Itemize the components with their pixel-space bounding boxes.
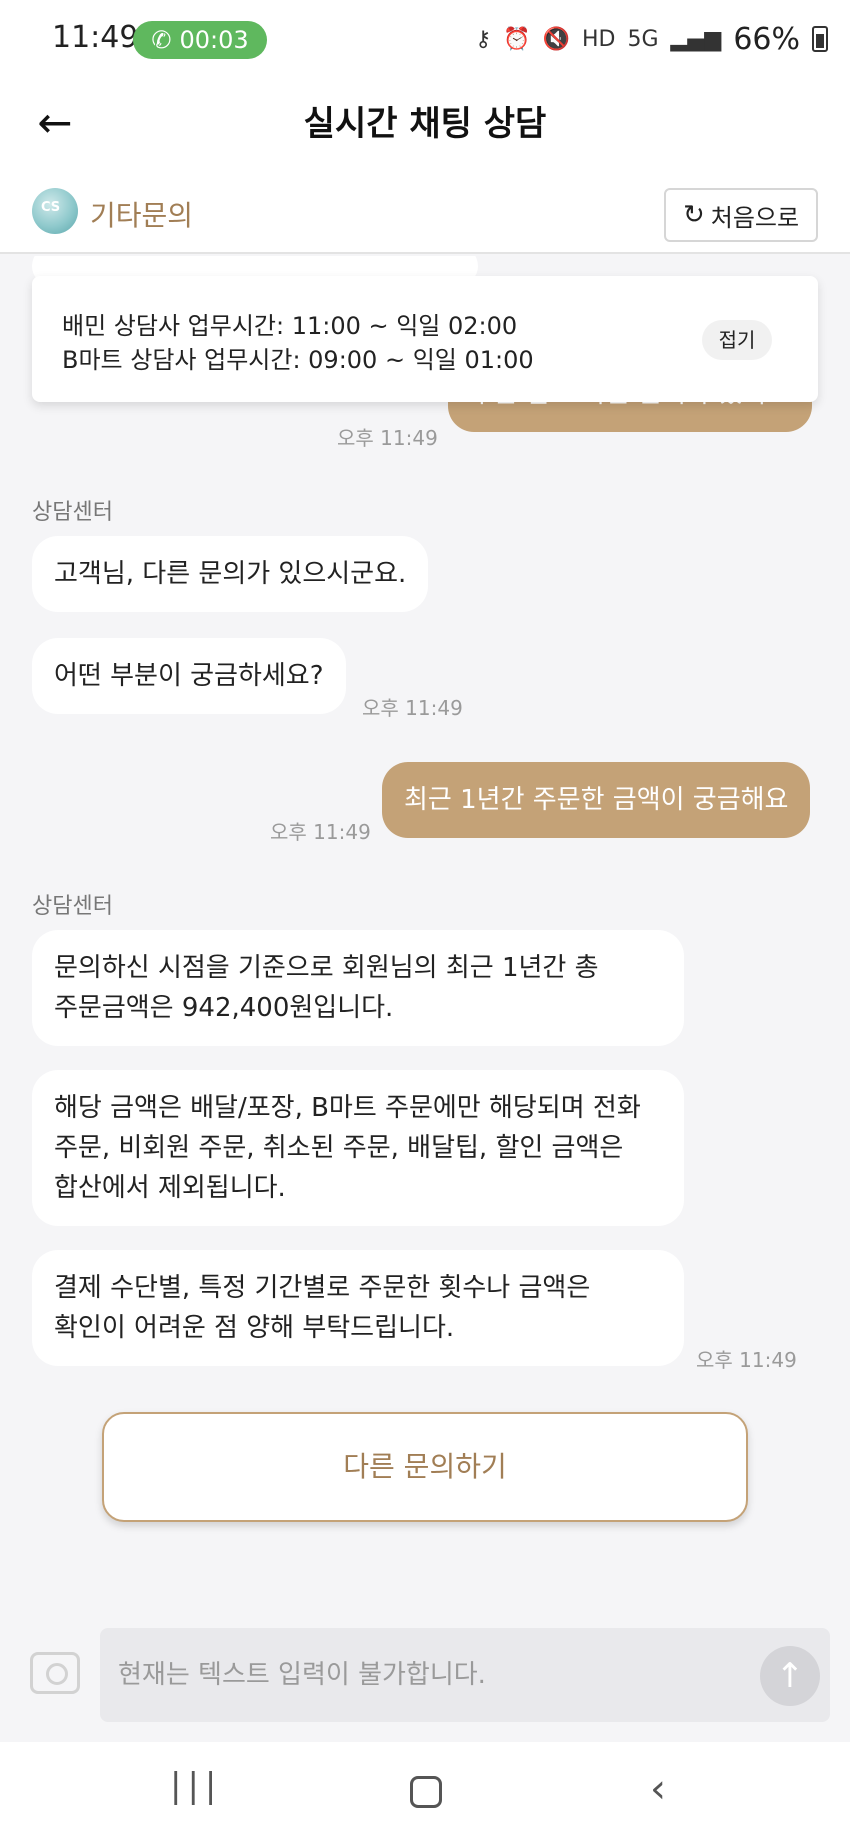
- message-time: 오후 11:49: [362, 696, 463, 720]
- input-bar: 현재는 텍스트 입력이 불가합니다. ↑: [0, 1608, 850, 1742]
- other-inquiry-button[interactable]: 다른 문의하기: [102, 1412, 748, 1522]
- restart-label: 처음으로: [710, 203, 800, 232]
- chat-area[interactable]: 배민 상담사 업무시간: 11:00 ~ 익일 02:00 B마트 상담사 업무…: [0, 256, 850, 1626]
- user-message: 최근 1년간 주문한 금액이 궁금해요: [382, 762, 811, 838]
- category-label: 기타문의: [90, 199, 194, 232]
- business-hours-notice: 배민 상담사 업무시간: 11:00 ~ 익일 02:00 B마트 상담사 업무…: [32, 276, 818, 402]
- bot-message: 해당 금액은 배달/포장, B마트 주문에만 해당되며 전화 주문, 비회원 주…: [32, 1070, 684, 1226]
- status-bar: 11:49 ✆ 00:03 ⚷ ⏰ 🔇 HD 5G ▂▄▆ 66%: [0, 0, 850, 80]
- battery-percent: 66%: [733, 21, 800, 57]
- message-line: 문의하신 시점을 기준으로 회원님의 최근 1년간 총: [54, 953, 599, 983]
- status-icons: ⚷ ⏰ 🔇 HD 5G ▂▄▆ 66%: [475, 20, 828, 58]
- key-icon: ⚷: [475, 26, 492, 52]
- message-time: 오후 11:49: [337, 426, 438, 450]
- avatar: [32, 188, 78, 234]
- home-icon[interactable]: [410, 1776, 442, 1808]
- bot-message: 고객님, 다른 문의가 있으시군요.: [32, 536, 429, 612]
- message-text: 어떤 부분이 궁금하세요?: [54, 661, 324, 691]
- message-line: 확인이 어려운 점 양해 부탁드립니다.: [54, 1313, 455, 1343]
- message-input[interactable]: 현재는 텍스트 입력이 불가합니다.: [100, 1628, 830, 1722]
- hd-icon: HD: [582, 26, 616, 52]
- 5g-icon: 5G: [627, 26, 659, 52]
- refresh-icon: ↻: [682, 200, 705, 230]
- message-text: 고객님, 다른 문의가 있으시군요.: [54, 559, 407, 589]
- message-time: 오후 11:49: [696, 1348, 797, 1372]
- sender-name: 상담센터: [32, 500, 113, 525]
- hours-line-2: B마트 상담사 업무시간: 09:00 ~ 익일 01:00: [62, 346, 534, 374]
- alarm-icon: ⏰: [503, 26, 531, 52]
- system-nav-bar: ||| ‹: [0, 1742, 850, 1842]
- mute-icon: 🔇: [542, 26, 571, 52]
- message-line: 주문, 비회원 주문, 취소된 주문, 배달팁, 할인 금액은: [54, 1133, 624, 1163]
- hours-line-1: 배민 상담사 업무시간: 11:00 ~ 익일 02:00: [62, 312, 518, 340]
- recent-apps-icon[interactable]: |||: [170, 1766, 222, 1806]
- camera-icon[interactable]: [30, 1652, 80, 1694]
- message-line: 주문금액은 942,400원입니다.: [54, 993, 394, 1023]
- message-text: 최근 1년간 주문한 금액이 궁금해요: [404, 785, 789, 815]
- status-time: 11:49: [52, 20, 139, 55]
- bot-message: 어떤 부분이 궁금하세요?: [32, 638, 346, 714]
- subheader: 기타문의 ↻ 처음으로: [0, 180, 850, 254]
- restart-button[interactable]: ↻ 처음으로: [664, 188, 818, 242]
- page-title: 실시간 채팅 상담: [303, 104, 547, 144]
- call-timer: 00:03: [179, 26, 249, 54]
- phone-icon: ✆: [151, 26, 172, 54]
- bot-message: 결제 수단별, 특정 기간별로 주문한 횟수나 금액은 확인이 어려운 점 양해…: [32, 1250, 684, 1366]
- call-pill[interactable]: ✆ 00:03: [133, 21, 267, 59]
- message-time: 오후 11:49: [270, 820, 371, 844]
- sender-name: 상담센터: [32, 894, 113, 919]
- send-arrow-icon[interactable]: ↑: [760, 1646, 820, 1706]
- header: ← 실시간 채팅 상담: [0, 80, 850, 180]
- message-line: 결제 수단별, 특정 기간별로 주문한 횟수나 금액은: [54, 1273, 591, 1303]
- bot-message: 문의하신 시점을 기준으로 회원님의 최근 1년간 총 주문금액은 942,40…: [32, 930, 684, 1046]
- signal-icon: ▂▄▆: [670, 26, 722, 52]
- battery-icon: [812, 26, 828, 52]
- message-line: 해당 금액은 배달/포장, B마트 주문에만 해당되며 전화: [54, 1093, 641, 1123]
- fold-button[interactable]: 접기: [702, 320, 772, 360]
- system-back-icon[interactable]: ‹: [650, 1766, 666, 1812]
- message-line: 합산에서 제외됩니다.: [54, 1173, 286, 1203]
